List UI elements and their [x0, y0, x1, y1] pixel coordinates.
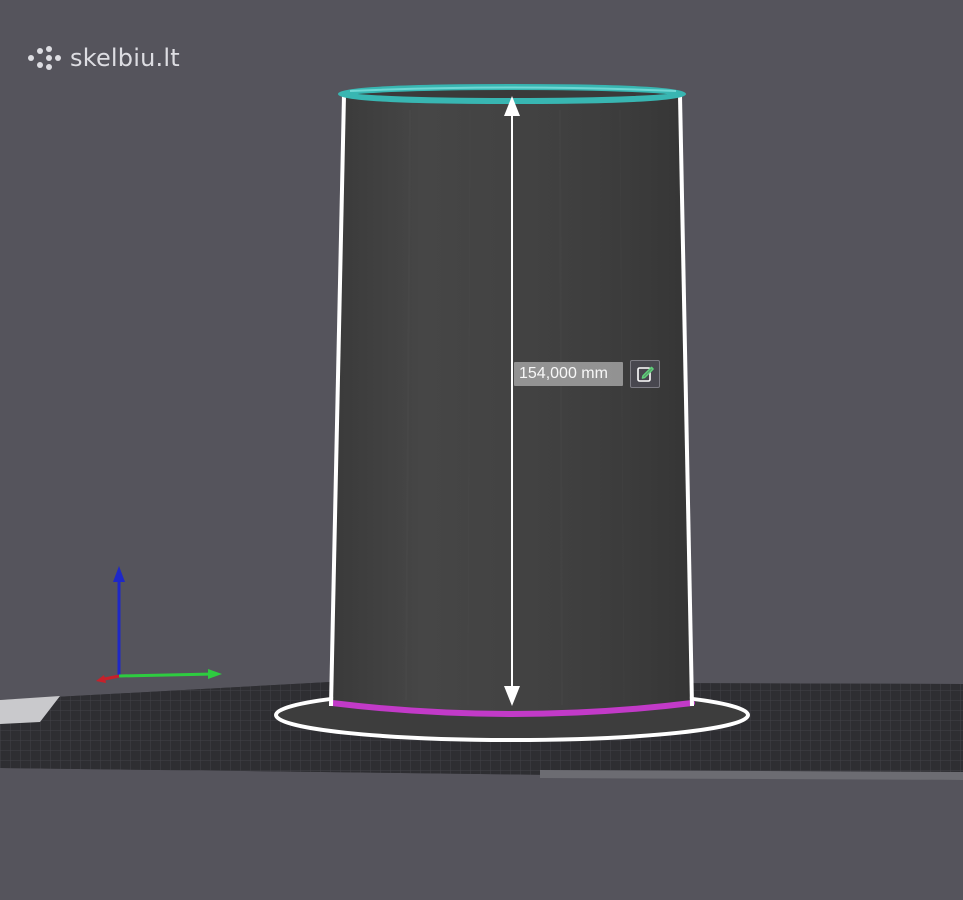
x-axis-arrowhead — [96, 675, 106, 683]
3d-scene[interactable] — [0, 0, 963, 900]
dots-grid-logo-icon — [28, 46, 62, 70]
y-axis-arrowhead — [208, 669, 222, 679]
edit-measurement-button[interactable] — [630, 360, 660, 388]
edit-pencil-icon — [637, 366, 654, 382]
watermark-text: skelbiu.lt — [70, 44, 180, 72]
y-axis — [118, 672, 215, 678]
height-measurement-label[interactable]: 154,000 mm — [514, 362, 623, 386]
axis-gizmo — [96, 566, 222, 683]
3d-viewport[interactable]: skelbiu.lt 154,000 mm — [0, 0, 963, 900]
watermark: skelbiu.lt — [28, 44, 180, 72]
z-axis-arrowhead — [113, 566, 125, 582]
